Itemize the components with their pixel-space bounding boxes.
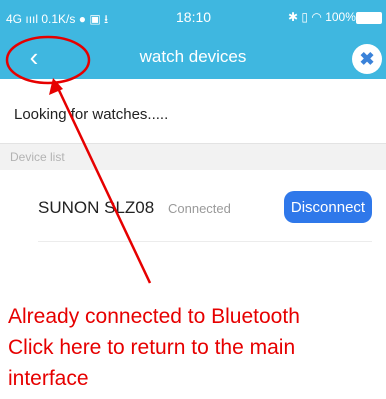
floating-app-icon[interactable]: ✖ (352, 44, 382, 74)
scan-status-text: Looking for watches..... (14, 106, 169, 123)
wifi-icon: ◠ (311, 10, 322, 24)
annotation-line-2: Click here to return to the main (8, 336, 296, 359)
scan-status: Looking for watches..... (0, 79, 386, 141)
annotation-line-1: Already connected to Bluetooth (8, 305, 300, 328)
device-list-label: Device list (10, 150, 65, 164)
network-type: 4G (6, 12, 23, 26)
status-bar: 4G ıııl 0.1K/s ● ▣ ⭳ 18:10 ✱ ▯ ◠ 100% (0, 0, 386, 35)
annotation-text: Already connected to Bluetooth Click her… (8, 301, 386, 394)
battery-icon (356, 12, 382, 24)
notification-icons: ● ▣ ⭳ (78, 12, 109, 26)
device-status: Connected (168, 201, 231, 216)
device-row: SUNON SLZ08 Connected Disconnect (0, 180, 386, 240)
nav-bar: ‹ watch devices (0, 35, 386, 79)
battery-percent: 100% (325, 10, 356, 24)
device-list-header: Device list (0, 143, 386, 170)
network-speed: 0.1K/s (41, 12, 76, 26)
device-name: SUNON SLZ08 (38, 198, 155, 217)
disconnect-button[interactable]: Disconnect (284, 191, 372, 223)
status-time: 18:10 (176, 9, 212, 25)
bluetooth-icon: ✱ (288, 10, 299, 24)
vibrate-icon: ▯ (301, 10, 309, 24)
row-divider (38, 241, 372, 242)
page-title: watch devices (139, 47, 247, 66)
signal-icon: ıııl (25, 12, 39, 26)
annotation-line-3: interface (8, 367, 89, 390)
